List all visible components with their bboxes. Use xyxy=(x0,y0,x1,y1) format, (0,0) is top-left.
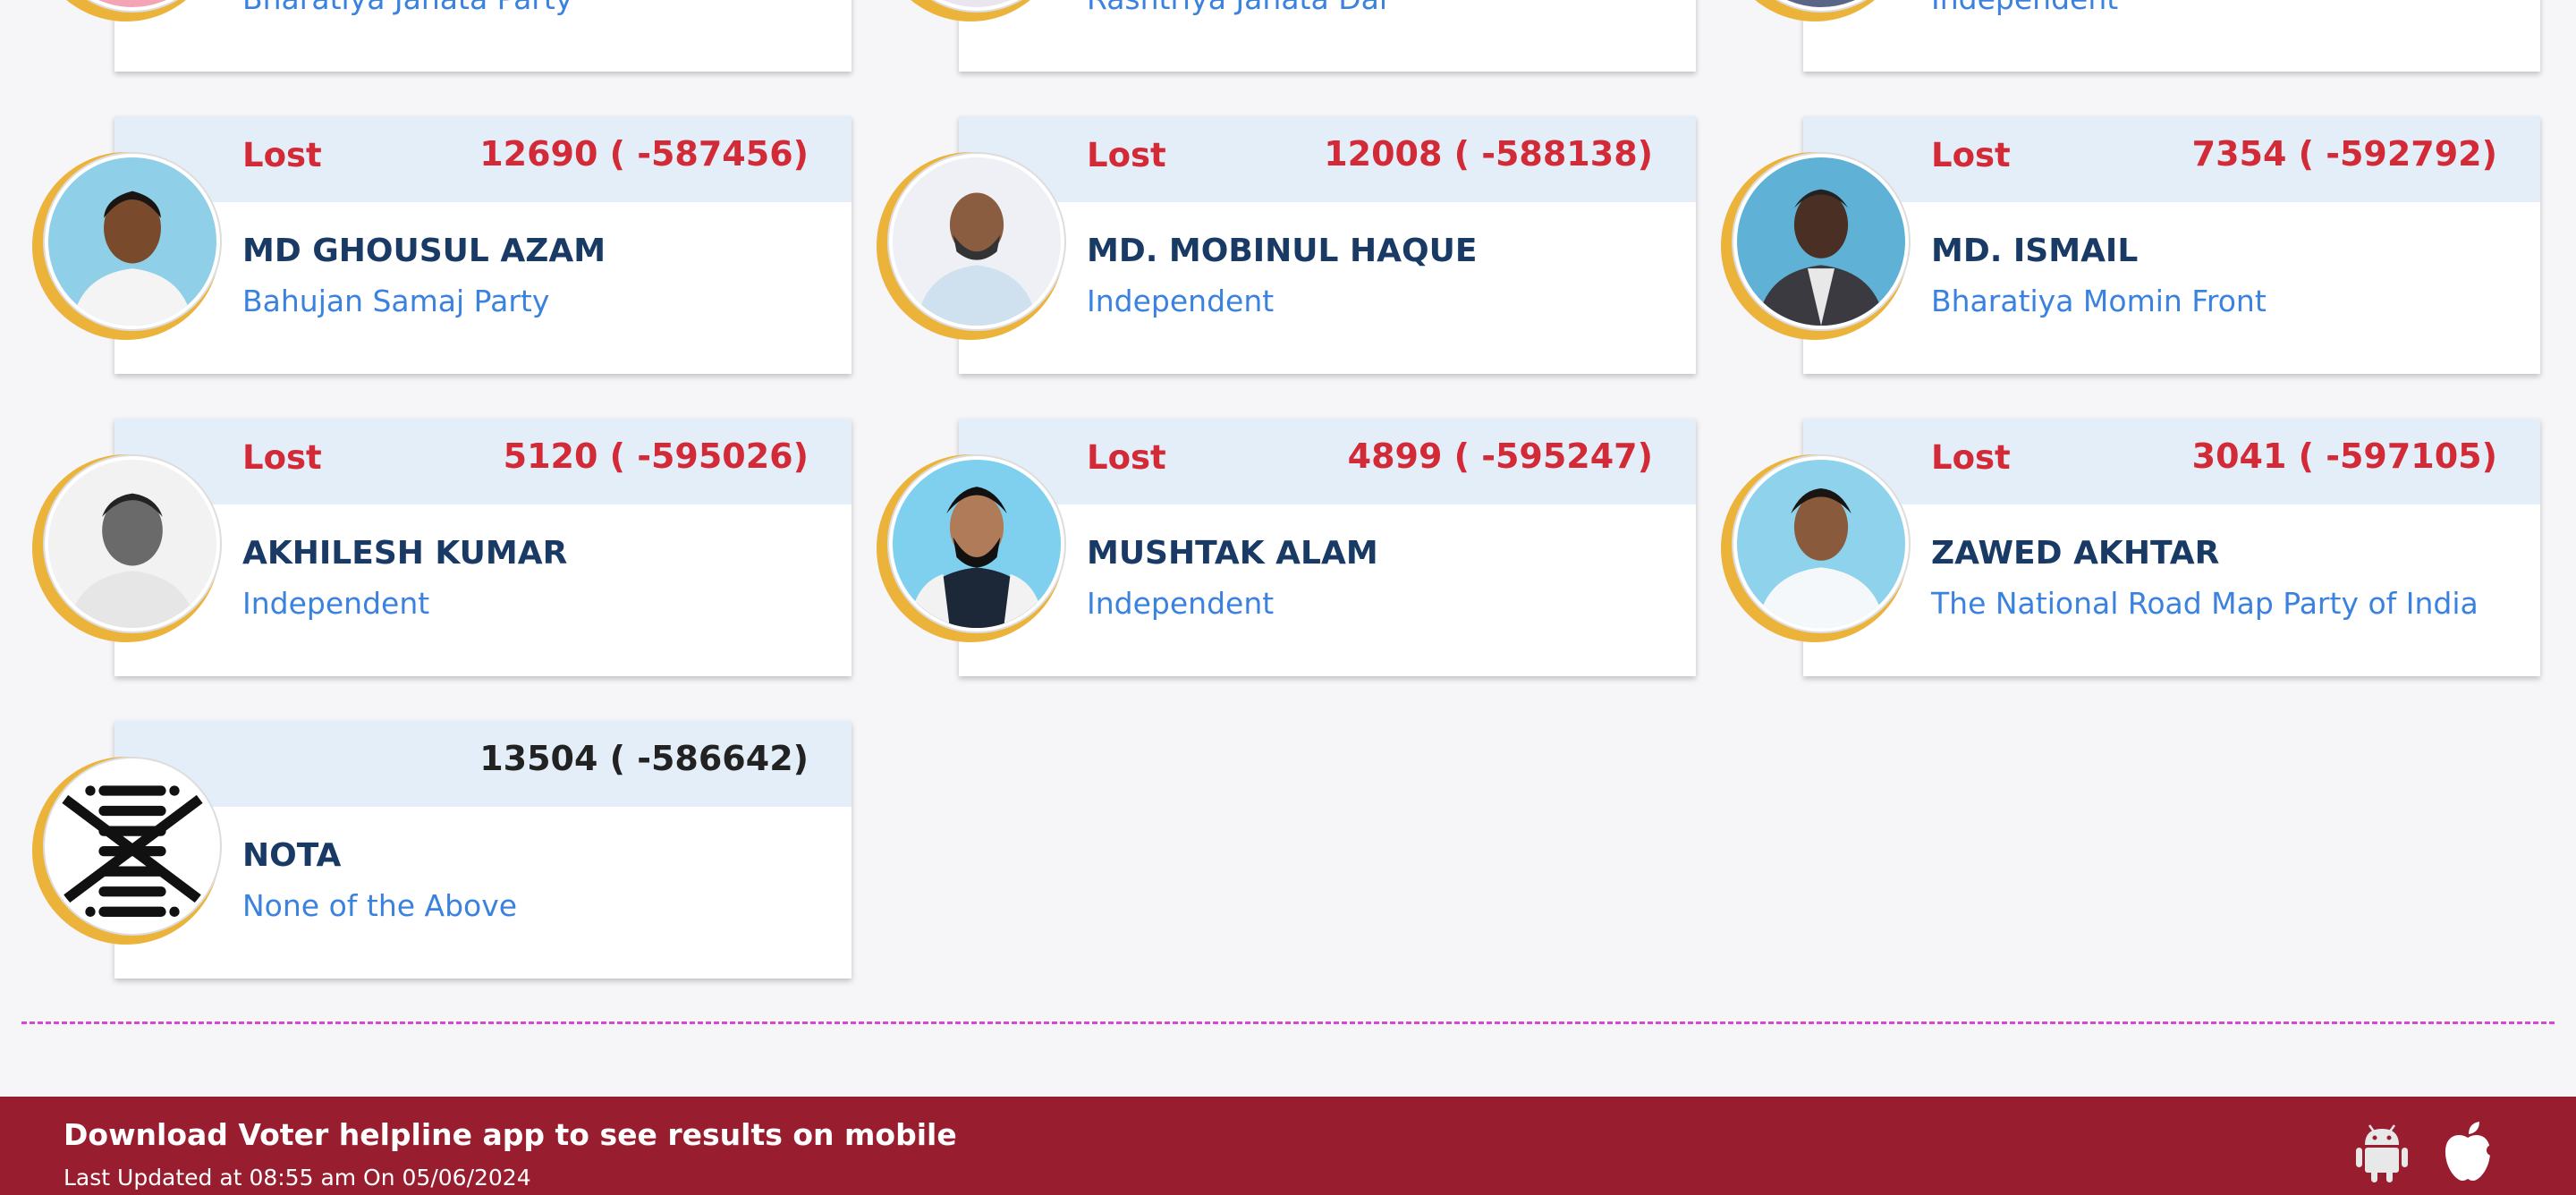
vote-count: 4899 ( -595247) xyxy=(1347,436,1653,476)
candidate-grid: Bharatiya Janata Party Rashtriya Janata … xyxy=(0,0,2576,1029)
candidate-photo xyxy=(45,456,220,631)
candidate-party: The National Road Map Party of India xyxy=(1931,586,2479,621)
avatar-ring xyxy=(877,454,1064,642)
candidate-card[interactable]: Lost 5120 ( -595026) AKHILESH KUMAR Inde… xyxy=(114,419,852,676)
vote-count: 3041 ( -597105) xyxy=(2191,436,2497,476)
vote-count: 13504 ( -586642) xyxy=(479,739,809,778)
card-header: Lost 4899 ( -595247) xyxy=(959,419,1696,504)
candidate-card[interactable]: Bharatiya Janata Party xyxy=(114,0,852,72)
card-header: Lost 7354 ( -592792) xyxy=(1803,116,2540,202)
android-icon[interactable] xyxy=(2354,1123,2410,1184)
vote-count: 5120 ( -595026) xyxy=(503,436,809,476)
result-status: Lost xyxy=(1087,438,1166,477)
candidate-name: MD GHOUSUL AZAM xyxy=(242,233,606,269)
candidate-photo xyxy=(1733,154,1909,329)
candidate-card[interactable]: Lost 4899 ( -595247) MUSHTAK ALAM Indepe… xyxy=(959,419,1696,676)
avatar-ring xyxy=(32,757,220,945)
candidate-party: Independent xyxy=(1087,284,1275,318)
candidate-card[interactable]: Lost 7354 ( -592792) MD. ISMAIL Bharatiy… xyxy=(1803,116,2540,374)
candidate-party: Bharatiya Janata Party xyxy=(242,0,572,16)
candidate-name: NOTA xyxy=(242,837,342,874)
nota-symbol-icon xyxy=(45,759,220,934)
candidate-card[interactable]: Rashtriya Janata Dal xyxy=(959,0,1696,72)
candidate-name: MD. MOBINUL HAQUE xyxy=(1087,233,1478,269)
candidate-party: Independent xyxy=(1931,0,2118,16)
candidate-name: ZAWED AKHTAR xyxy=(1931,535,2220,572)
candidate-card[interactable]: Lost 12690 ( -587456) MD GHOUSUL AZAM Ba… xyxy=(114,116,852,374)
card-header: Lost 12008 ( -588138) xyxy=(959,116,1696,202)
card-header: Lost 3041 ( -597105) xyxy=(1803,419,2540,504)
avatar-ring xyxy=(32,454,220,642)
result-status: Lost xyxy=(242,438,322,477)
nota-card[interactable]: 13504 ( -586642) NOTA None of the Above xyxy=(114,721,852,979)
avatar-ring xyxy=(32,152,220,340)
card-header: 13504 ( -586642) xyxy=(114,721,852,807)
vote-count: 12008 ( -588138) xyxy=(1324,134,1653,174)
apple-icon[interactable] xyxy=(2440,1120,2496,1182)
card-header: Lost 12690 ( -587456) xyxy=(114,116,852,202)
candidate-photo xyxy=(889,456,1064,631)
avatar-ring xyxy=(877,152,1064,340)
footer-bar: Download Voter helpline app to see resul… xyxy=(0,1097,2576,1195)
last-updated-text: Last Updated at 08:55 am On 05/06/2024 xyxy=(64,1165,531,1191)
candidate-party: Bahujan Samaj Party xyxy=(242,284,550,318)
vote-count: 7354 ( -592792) xyxy=(2191,134,2497,174)
avatar-ring xyxy=(1721,152,1909,340)
candidate-name: AKHILESH KUMAR xyxy=(242,535,568,572)
candidate-photo xyxy=(889,154,1064,329)
card-header: Lost 5120 ( -595026) xyxy=(114,419,852,504)
candidate-photo xyxy=(45,154,220,329)
section-divider xyxy=(21,1021,2555,1024)
candidate-card[interactable]: Independent xyxy=(1803,0,2540,72)
candidate-party: Rashtriya Janata Dal xyxy=(1087,0,1387,16)
result-status: Lost xyxy=(1087,136,1166,174)
footer-title: Download Voter helpline app to see resul… xyxy=(64,1117,957,1152)
candidate-party: Bharatiya Momin Front xyxy=(1931,284,2267,318)
result-status: Lost xyxy=(1931,438,2011,477)
candidate-party: Independent xyxy=(1087,586,1275,621)
result-status: Lost xyxy=(1931,136,2011,174)
candidate-name: MUSHTAK ALAM xyxy=(1087,535,1378,572)
candidate-party: None of the Above xyxy=(242,888,518,923)
candidate-card[interactable]: Lost 12008 ( -588138) MD. MOBINUL HAQUE … xyxy=(959,116,1696,374)
candidate-party: Independent xyxy=(242,586,430,621)
avatar-ring xyxy=(1721,454,1909,642)
candidate-name: MD. ISMAIL xyxy=(1931,233,2139,269)
candidate-card[interactable]: Lost 3041 ( -597105) ZAWED AKHTAR The Na… xyxy=(1803,419,2540,676)
result-status: Lost xyxy=(242,136,322,174)
candidate-photo xyxy=(1733,456,1909,631)
vote-count: 12690 ( -587456) xyxy=(479,134,809,174)
